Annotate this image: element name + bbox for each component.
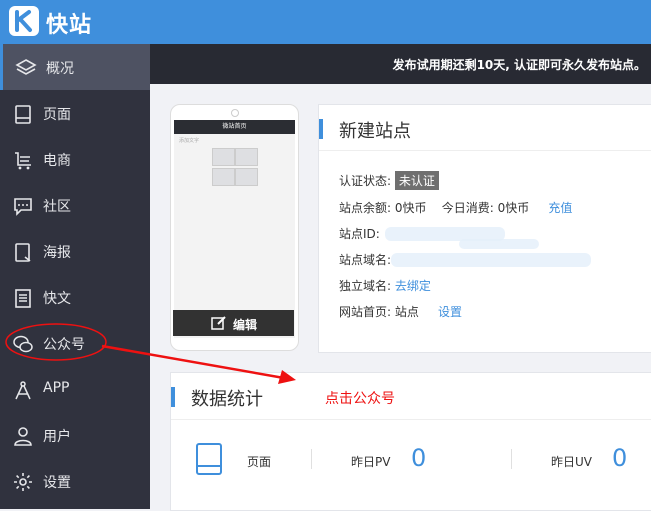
- sidebar-item-label: 快文: [43, 291, 71, 307]
- wechat-icon: [13, 335, 33, 353]
- custom-domain-label: 独立域名:: [339, 279, 392, 293]
- cart-icon: [15, 152, 31, 170]
- homepage-settings-link[interactable]: 设置: [438, 305, 462, 319]
- pv-value: 0: [411, 444, 427, 472]
- sidebar-item-official-account[interactable]: 公众号: [0, 320, 150, 366]
- site-domain-label: 站点域名:: [339, 253, 392, 267]
- image-placeholder-icon: [212, 168, 235, 186]
- logo-icon[interactable]: [9, 6, 39, 36]
- sidebar-item-ecommerce[interactable]: 电商: [0, 136, 150, 182]
- document-icon: [15, 289, 31, 308]
- site-id-row: 站点ID:: [339, 225, 380, 242]
- sidebar-item-overview[interactable]: 概况: [0, 44, 150, 90]
- sidebar-item-app[interactable]: APP: [0, 366, 150, 412]
- user-icon: [14, 427, 32, 446]
- sidebar-item-community[interactable]: 社区: [0, 182, 150, 228]
- cert-status-row: 认证状态: 未认证: [339, 171, 439, 190]
- app-title: 快站: [46, 13, 93, 38]
- stats-card: 数据统计 点击公众号 页面 昨日PV 0 昨日UV 0: [170, 372, 651, 511]
- redacted-site-domain: [391, 253, 591, 267]
- edit-icon: [211, 316, 226, 330]
- image-placeholder-icon: [235, 148, 258, 166]
- tablet-icon: [15, 105, 31, 124]
- chat-icon: [14, 198, 32, 216]
- title-accent-bar: [171, 387, 175, 407]
- custom-domain-row: 独立域名: 去绑定: [339, 277, 431, 294]
- divider: [171, 419, 651, 420]
- sidebar-item-users[interactable]: 用户: [0, 412, 150, 458]
- divider: [311, 449, 312, 469]
- card-title: 数据统计: [191, 389, 263, 410]
- edit-button[interactable]: 编辑: [173, 310, 294, 336]
- site-id-label: 站点ID:: [339, 227, 380, 241]
- homepage-row: 网站首页: 站点 设置: [339, 303, 462, 320]
- pv-label: 昨日PV: [351, 455, 391, 469]
- balance-row: 站点余额: 0快币 今日消费: 0快币 充值: [339, 199, 572, 216]
- edit-label: 编辑: [233, 318, 258, 332]
- poster-icon: [15, 243, 31, 262]
- gear-icon: [14, 473, 32, 491]
- compass-icon: [15, 381, 31, 400]
- title-accent-bar: [319, 119, 323, 139]
- recharge-link[interactable]: 充值: [548, 201, 572, 215]
- today-spend-text: 今日消费: 0快币: [441, 201, 530, 215]
- sidebar-item-label: 电商: [43, 153, 71, 169]
- layers-icon: [15, 59, 37, 75]
- trial-notice-text: 发布试用期还剩10天, 认证即可永久发布站点。: [392, 58, 646, 72]
- image-placeholder-icon: [212, 148, 235, 166]
- site-domain-row: 站点域名:: [339, 251, 391, 268]
- sidebar-item-articles[interactable]: 快文: [0, 274, 150, 320]
- sidebar-item-label: APP: [43, 380, 70, 396]
- stats-row-label: 页面: [247, 455, 272, 469]
- sidebar-item-label: 设置: [43, 475, 71, 491]
- phone-page-title: 微站首页: [174, 120, 295, 134]
- top-bar: 快站: [0, 0, 651, 44]
- bind-domain-link[interactable]: 去绑定: [395, 279, 431, 293]
- tablet-icon: [196, 443, 222, 475]
- divider: [319, 150, 651, 151]
- sidebar-item-label: 概况: [46, 61, 74, 77]
- sidebar-item-label: 社区: [43, 199, 71, 215]
- redacted-area: [459, 239, 539, 249]
- phone-screen: 微站首页 添加文字: [174, 120, 295, 338]
- trial-notice-bar: 发布试用期还剩10天, 认证即可永久发布站点。: [150, 44, 651, 84]
- sidebar-item-label: 海报: [43, 245, 71, 261]
- phone-speaker: [231, 109, 239, 117]
- sidebar-item-settings[interactable]: 设置: [0, 458, 150, 504]
- sidebar: 概况 页面 电商 社区 海报 快文 公众号 APP 用户 设置: [0, 44, 150, 509]
- sidebar-item-label: 公众号: [43, 337, 85, 353]
- uv-value: 0: [612, 444, 628, 472]
- uv-label: 昨日UV: [551, 455, 592, 469]
- status-badge[interactable]: 未认证: [394, 171, 439, 190]
- sidebar-item-pages[interactable]: 页面: [0, 90, 150, 136]
- sidebar-item-label: 用户: [43, 429, 71, 445]
- annotation-text: 点击公众号: [325, 391, 395, 407]
- balance-text: 站点余额: 0快币: [339, 201, 427, 215]
- card-title: 新建站点: [339, 121, 411, 142]
- sidebar-item-poster[interactable]: 海报: [0, 228, 150, 274]
- divider: [511, 449, 512, 469]
- sidebar-item-label: 页面: [43, 107, 71, 123]
- cert-status-label: 认证状态:: [339, 174, 392, 188]
- new-site-card: 新建站点 认证状态: 未认证 站点余额: 0快币 今日消费: 0快币 充值 站点…: [318, 104, 651, 353]
- image-placeholder-icon: [235, 168, 258, 186]
- phone-placeholder-text: 添加文字: [179, 138, 200, 144]
- homepage-label: 网站首页: 站点: [339, 305, 419, 319]
